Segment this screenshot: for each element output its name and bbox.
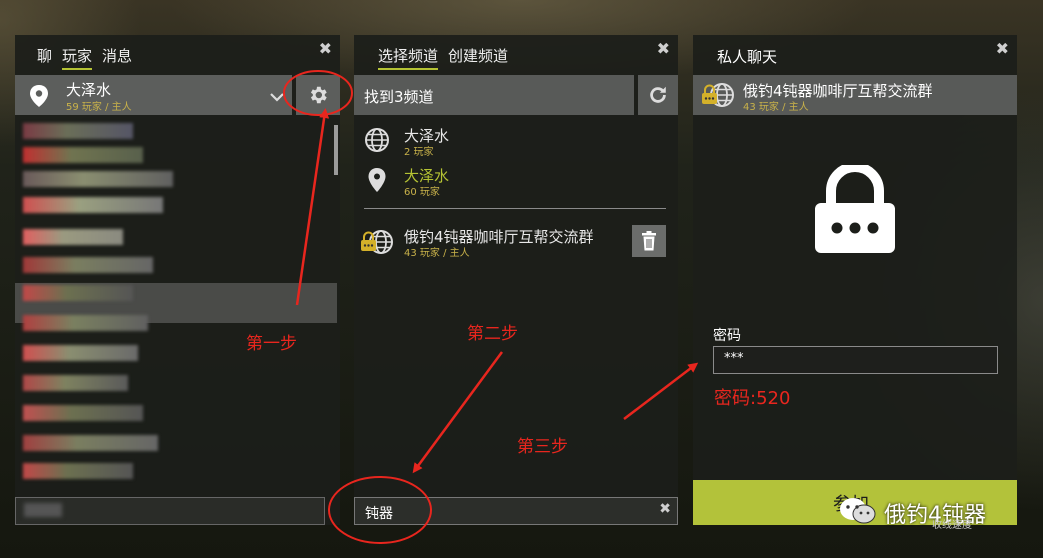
player-search-value <box>24 503 62 517</box>
watermark-subtext: 收线速度 <box>932 520 972 531</box>
players-panel-tabs: 聊 玩家 消息 <box>37 45 132 70</box>
channel-panel: 选择频道 创建频道 ✖ 找到3频道 大泽水 2 玩家 大泽水 60 玩家 俄钓4… <box>354 35 678 525</box>
refresh-button[interactable] <box>638 75 678 115</box>
player-search-input[interactable] <box>15 497 325 525</box>
clear-search-icon[interactable]: ✖ <box>659 501 671 517</box>
list-item[interactable] <box>23 405 143 421</box>
locked-globe-icon <box>360 228 394 260</box>
channel-search-input[interactable]: 钝器 ✖ <box>354 497 678 525</box>
player-list[interactable] <box>15 119 340 489</box>
list-item[interactable] <box>23 345 138 361</box>
wechat-icon <box>838 496 878 530</box>
players-panel: 聊 玩家 消息 ✖ 大泽水 59 玩家 / 主人 <box>15 35 340 525</box>
annotation-step1: 第一步 <box>246 334 297 354</box>
lock-icon <box>813 162 897 259</box>
password-label: 密码 <box>713 328 741 344</box>
tab-players[interactable]: 玩家 <box>62 45 93 70</box>
close-icon[interactable]: ✖ <box>319 39 332 58</box>
delete-button[interactable] <box>632 225 666 257</box>
list-item[interactable] <box>23 257 153 273</box>
channel-results-header: 找到3频道 <box>354 75 634 115</box>
channel-results-count: 找到3频道 <box>364 88 434 106</box>
tab-create-channel[interactable]: 创建频道 <box>448 45 508 70</box>
list-item[interactable] <box>23 375 128 391</box>
channel-player-count: 60 玩家 <box>404 187 440 198</box>
password-value: *** <box>724 351 744 366</box>
private-channel-header: 俄钓4钝器咖啡厅互帮交流群 43 玩家 / 主人 <box>693 75 1017 115</box>
settings-button[interactable] <box>296 75 340 115</box>
location-pin-icon <box>28 84 50 112</box>
private-chat-title: 私人聊天 <box>717 48 778 66</box>
globe-icon <box>364 127 390 157</box>
player-list-scrollbar[interactable] <box>334 125 338 175</box>
list-item[interactable] <box>23 285 133 301</box>
list-item[interactable] <box>23 171 173 187</box>
list-item[interactable] <box>23 147 143 163</box>
list-item[interactable] <box>23 197 163 213</box>
private-chat-panel: 私人聊天 ✖ 俄钓4钝器咖啡厅互帮交流群 43 玩家 / 主人 密码 *** 参… <box>693 35 1017 525</box>
list-item[interactable] <box>23 435 158 451</box>
channel-search-value: 钝器 <box>365 506 393 522</box>
annotation-step3: 第三步 <box>517 437 568 457</box>
annotation-step2: 第二步 <box>467 324 518 344</box>
locked-globe-icon <box>701 81 735 113</box>
location-selector[interactable]: 大泽水 59 玩家 / 主人 <box>15 75 292 115</box>
tab-chat[interactable]: 聊 <box>37 45 52 70</box>
location-name: 大泽水 <box>66 81 112 99</box>
tab-select-channel[interactable]: 选择频道 <box>378 45 439 70</box>
private-channel-player-count: 43 玩家 / 主人 <box>743 102 809 113</box>
channel-player-count: 2 玩家 <box>404 147 434 158</box>
location-player-count: 59 玩家 / 主人 <box>66 102 132 113</box>
close-icon[interactable]: ✖ <box>996 39 1009 58</box>
list-item[interactable] <box>23 315 148 331</box>
channel-panel-tabs: 选择频道 创建频道 <box>378 45 508 70</box>
tab-messages[interactable]: 消息 <box>102 45 132 70</box>
list-item[interactable] <box>23 123 133 139</box>
channel-player-count: 43 玩家 / 主人 <box>404 248 470 259</box>
channel-divider <box>364 208 666 209</box>
password-field[interactable]: *** <box>713 346 998 374</box>
chevron-down-icon[interactable] <box>270 87 284 106</box>
pin-icon <box>367 167 387 197</box>
annotation-password-hint: 密码:520 <box>714 388 791 409</box>
list-item[interactable] <box>23 463 133 479</box>
list-item[interactable] <box>23 229 123 245</box>
close-icon[interactable]: ✖ <box>657 39 670 58</box>
